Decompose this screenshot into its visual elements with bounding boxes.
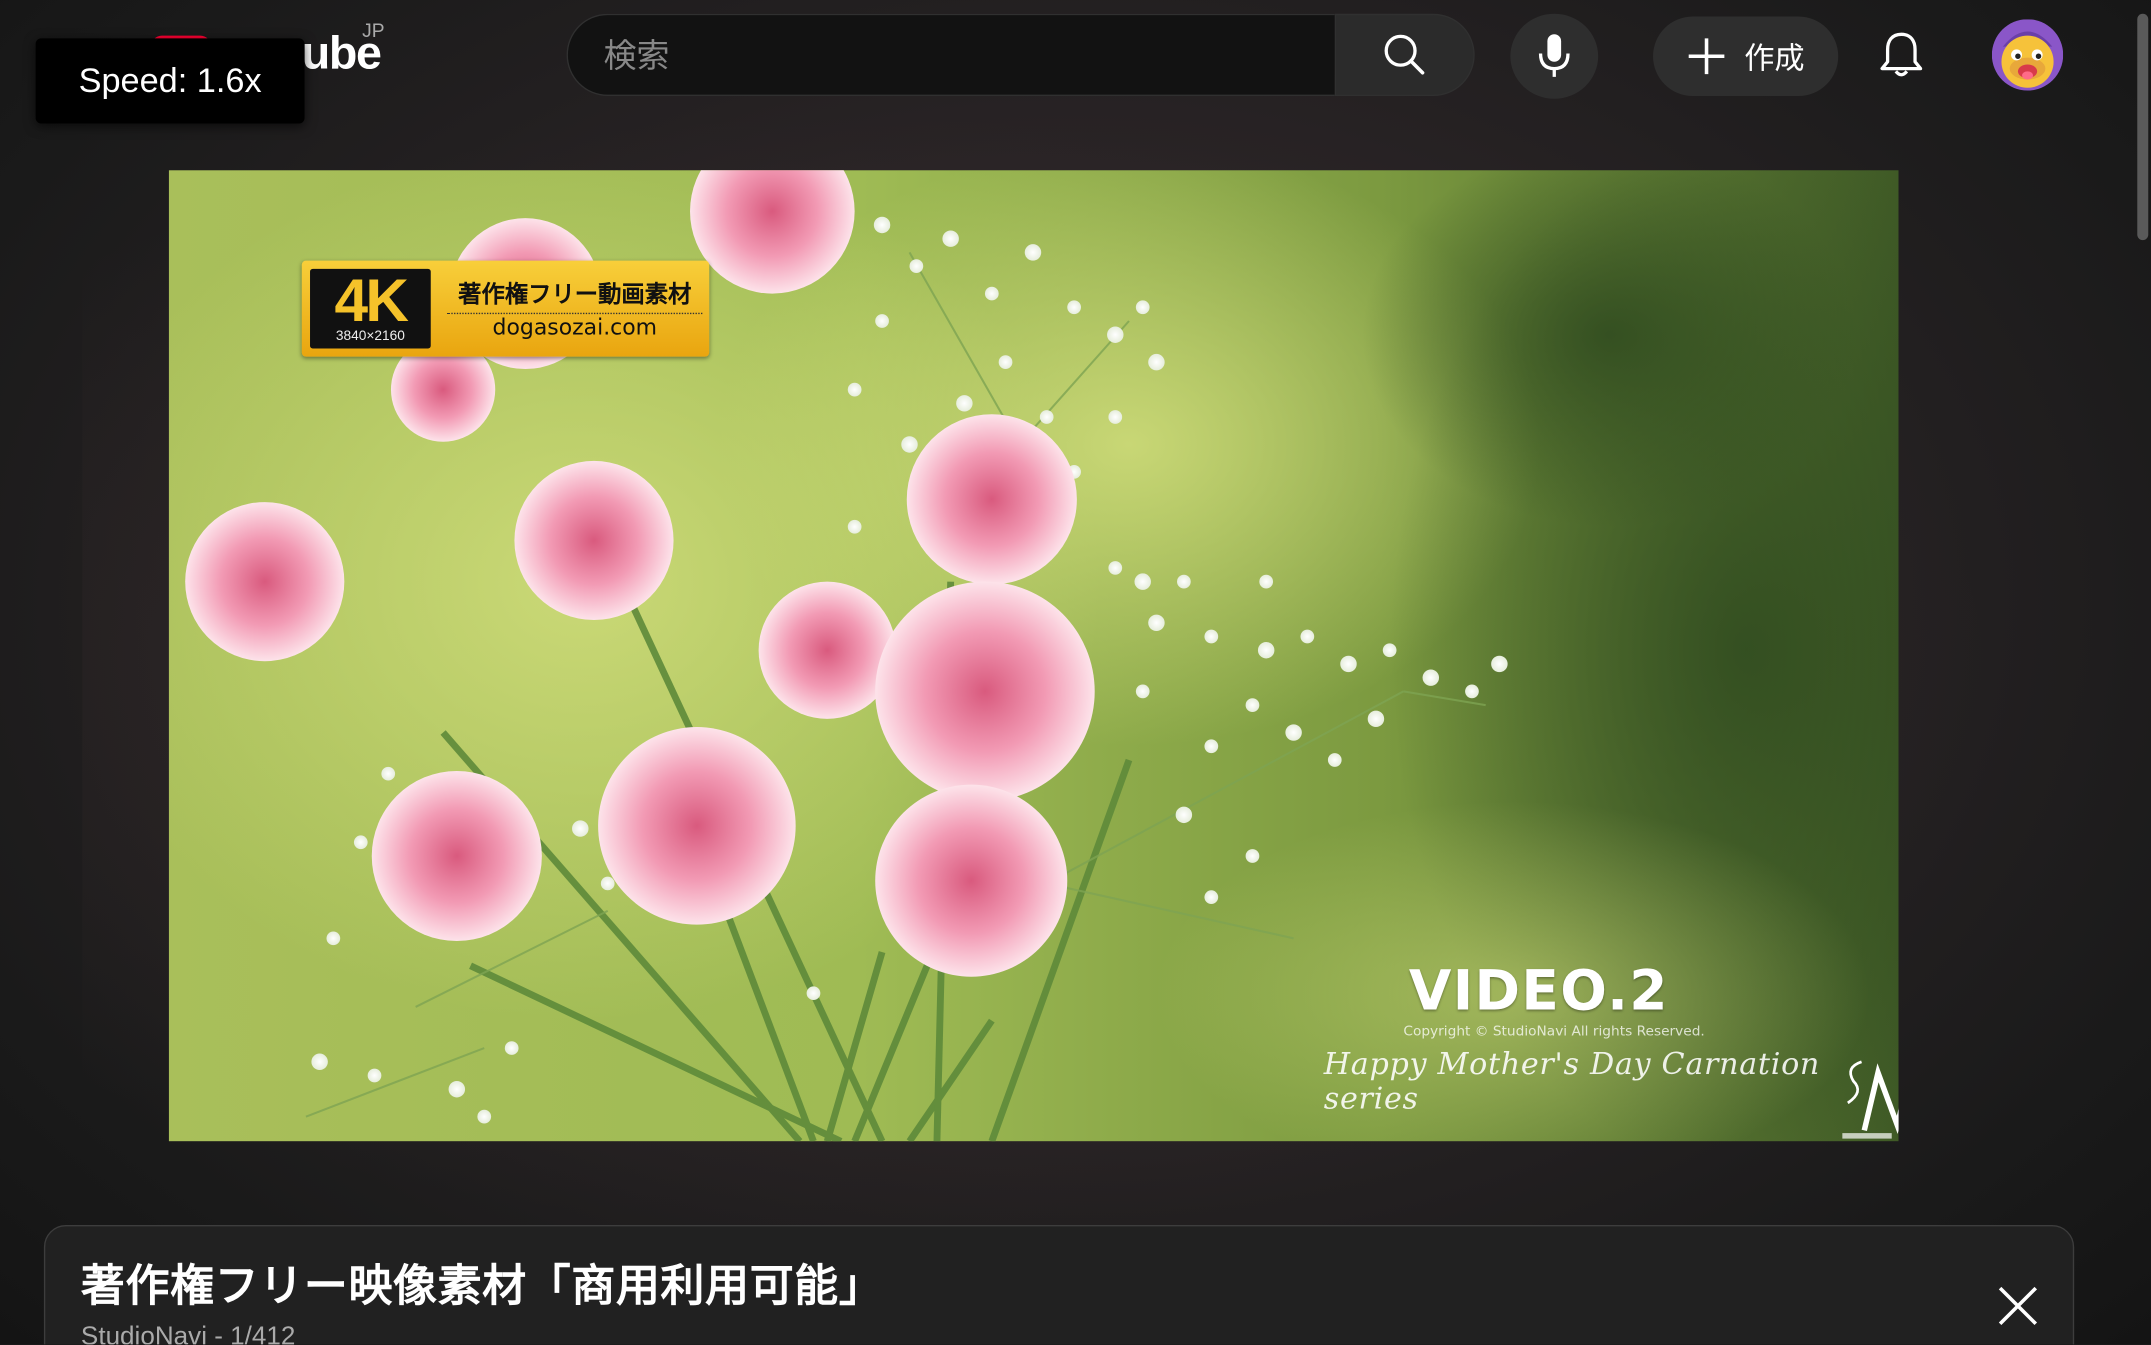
bell-icon <box>1880 32 1923 77</box>
avatar-image <box>1991 19 2064 91</box>
region-code: JP <box>362 19 385 42</box>
search-button[interactable] <box>1334 13 1475 97</box>
speed-toast: Speed: 1.6x <box>35 38 305 124</box>
mic-icon <box>1538 34 1570 77</box>
close-icon <box>1998 1286 2038 1326</box>
badge-resolution: 3840×2160 <box>335 329 405 345</box>
playlist-panel: 著作権フリー映像素材「商用利用可能」 StudioNavi - 1/412 <box>43 1225 2075 1345</box>
badge-4k-block: 4K 3840×2160 <box>310 267 431 349</box>
search-input[interactable] <box>600 15 1306 98</box>
notifications-button[interactable] <box>1866 19 1937 90</box>
video-title-watermark: VIDEO.2 <box>1408 960 1669 1024</box>
playlist-subtitle[interactable]: StudioNavi - 1/412 <box>81 1322 295 1344</box>
badge-4k-text: 4K <box>334 267 409 335</box>
avatar[interactable] <box>1991 19 2064 91</box>
badge-url: dogasozai.com <box>492 314 658 341</box>
voice-search-button[interactable] <box>1510 13 1599 99</box>
series-watermark: Happy Mother's Day Carnation series <box>1323 1048 1821 1117</box>
badge-jp-text: 著作権フリー動画素材 <box>447 274 703 315</box>
create-label: 作成 <box>1744 42 1805 77</box>
search-icon <box>1384 34 1425 75</box>
create-button[interactable]: 作成 <box>1653 16 1839 97</box>
playlist-title[interactable]: 著作権フリー映像素材「商用利用可能」 <box>81 1251 884 1314</box>
close-playlist-button[interactable] <box>1990 1279 2045 1334</box>
copyright-watermark: Copyright © StudioNavi All rights Reserv… <box>1403 1024 1705 1040</box>
app-window: ube JP Speed: 1.6x 作成 <box>0 0 2151 1345</box>
video-player[interactable]: 4K 3840×2160 著作権フリー動画素材 dogasozai.com VI… <box>168 170 1899 1142</box>
plus-icon <box>1689 38 1726 75</box>
search-box[interactable] <box>566 13 1335 98</box>
studionavi-logo <box>1842 1060 1899 1139</box>
stock-footage-badge: 4K 3840×2160 著作権フリー動画素材 dogasozai.com <box>301 260 710 357</box>
page-scrollbar[interactable] <box>2137 13 2149 241</box>
